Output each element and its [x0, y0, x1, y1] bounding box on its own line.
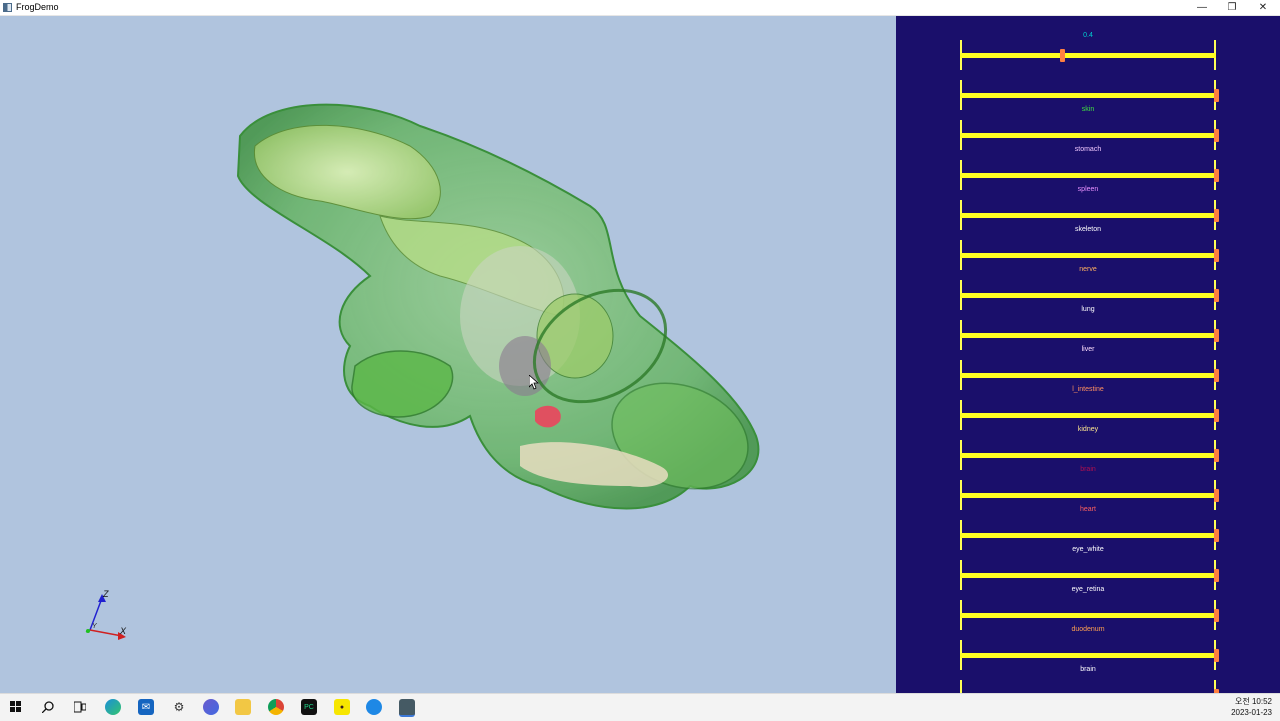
settings-gear-icon[interactable]: ⚙ [171, 699, 187, 715]
render-viewport[interactable]: Z X Y [0, 16, 896, 693]
axis-y-label: Y [92, 623, 98, 630]
slider-tube[interactable] [960, 533, 1216, 538]
slider-tube[interactable] [960, 613, 1216, 618]
minimize-button[interactable]: — [1187, 0, 1217, 15]
slider-knob[interactable] [1214, 249, 1219, 262]
frogdemo-taskbar-icon[interactable] [399, 699, 415, 717]
copilot-icon[interactable] [203, 699, 219, 715]
slider-tube[interactable] [960, 213, 1216, 218]
window-titlebar: FrogDemo — ❐ ✕ [0, 0, 1280, 16]
tissue-slider-brain[interactable]: brain [960, 432, 1219, 473]
tissue-slider-nerve[interactable]: nerve [960, 232, 1219, 273]
browser-icon[interactable] [366, 699, 382, 715]
chrome-icon[interactable] [268, 699, 284, 715]
task-view-icon[interactable] [72, 699, 88, 715]
slider-tube[interactable] [960, 253, 1216, 258]
restore-button[interactable]: ❐ [1217, 0, 1247, 15]
tissue-slider-skeleton[interactable]: skeleton [960, 192, 1219, 233]
slider-tube[interactable] [960, 573, 1216, 578]
slider-knob[interactable] [1214, 209, 1219, 222]
tissue-slider-duodenum[interactable]: duodenum [960, 592, 1219, 633]
axes-triad: Z X Y [85, 589, 127, 640]
kakaotalk-icon[interactable]: ● [334, 699, 350, 715]
slider-knob[interactable] [1214, 329, 1219, 342]
window-title: FrogDemo [16, 2, 59, 12]
slider-tube[interactable] [960, 173, 1216, 178]
tissue-slider-brain[interactable]: brain [960, 632, 1219, 673]
windows-taskbar: ✉ ⚙ PC ● 오전 10:52 2023-01-23 [0, 693, 1280, 721]
system-clock[interactable]: 오전 10:52 2023-01-23 [1231, 696, 1272, 718]
slider-knob[interactable] [1214, 649, 1219, 662]
windows-start-icon[interactable] [8, 699, 24, 715]
tissue-slider-blood[interactable]: blood [960, 672, 1219, 693]
opacity-slider-value: 0.4 [1083, 32, 1093, 39]
slider-knob[interactable] [1214, 89, 1219, 102]
slider-knob[interactable] [1214, 529, 1219, 542]
slider-knob[interactable] [1214, 489, 1219, 502]
mouse-cursor-icon [529, 375, 539, 390]
slider-knob[interactable] [1214, 449, 1219, 462]
search-icon[interactable] [40, 699, 56, 715]
tissue-slider-heart[interactable]: heart [960, 472, 1219, 513]
tissue-slider-stomach[interactable]: stomach [960, 112, 1219, 153]
slider-knob[interactable] [1214, 369, 1219, 382]
clock-date: 2023-01-23 [1231, 708, 1272, 717]
frog-model: Z X Y [85, 103, 760, 640]
mail-icon[interactable]: ✉ [138, 699, 154, 715]
tissue-slider-spleen[interactable]: spleen [960, 152, 1219, 193]
slider-knob[interactable] [1214, 169, 1219, 182]
slider-tube[interactable] [960, 413, 1216, 418]
tissue-slider-liver[interactable]: liver [960, 312, 1219, 353]
tissue-slider-l_intestine[interactable]: l_intestine [960, 352, 1219, 393]
slider-tube[interactable] [960, 493, 1216, 498]
slider-knob[interactable] [1214, 129, 1219, 142]
slider-tube[interactable] [960, 653, 1216, 658]
edge-icon[interactable] [105, 699, 121, 715]
slider-panel: 0.4 skin stomach spleen skeleton nerve lung li… [896, 16, 1280, 693]
clock-time: 오전 10:52 [1235, 697, 1272, 706]
slider-tube[interactable] [960, 453, 1216, 458]
opacity-slider[interactable]: 0.4 [960, 32, 1216, 72]
slider-tube[interactable] [960, 373, 1216, 378]
slider-tube[interactable] [960, 133, 1216, 138]
slider-tube[interactable] [960, 53, 1216, 58]
axis-z-label: Z [102, 589, 109, 599]
axis-x-label: X [119, 626, 127, 636]
slider-knob[interactable] [1214, 569, 1219, 582]
slider-knob[interactable] [1214, 609, 1219, 622]
app-icon [3, 3, 12, 12]
pycharm-icon[interactable]: PC [301, 699, 317, 715]
tissue-slider-kidney[interactable]: kidney [960, 392, 1219, 433]
opacity-slider-knob[interactable] [1060, 49, 1066, 62]
tissue-slider-skin[interactable]: skin [960, 72, 1219, 113]
tissue-slider-eye_retina[interactable]: eye_retina [960, 552, 1219, 593]
tissue-slider-eye_white[interactable]: eye_white [960, 512, 1219, 553]
close-button[interactable]: ✕ [1248, 0, 1278, 15]
slider-tube[interactable] [960, 333, 1216, 338]
tissue-slider-lung[interactable]: lung [960, 272, 1219, 313]
slider-knob[interactable] [1214, 409, 1219, 422]
slider-tube[interactable] [960, 293, 1216, 298]
file-explorer-icon[interactable] [235, 699, 251, 715]
slider-knob[interactable] [1214, 289, 1219, 302]
slider-tube[interactable] [960, 93, 1216, 98]
